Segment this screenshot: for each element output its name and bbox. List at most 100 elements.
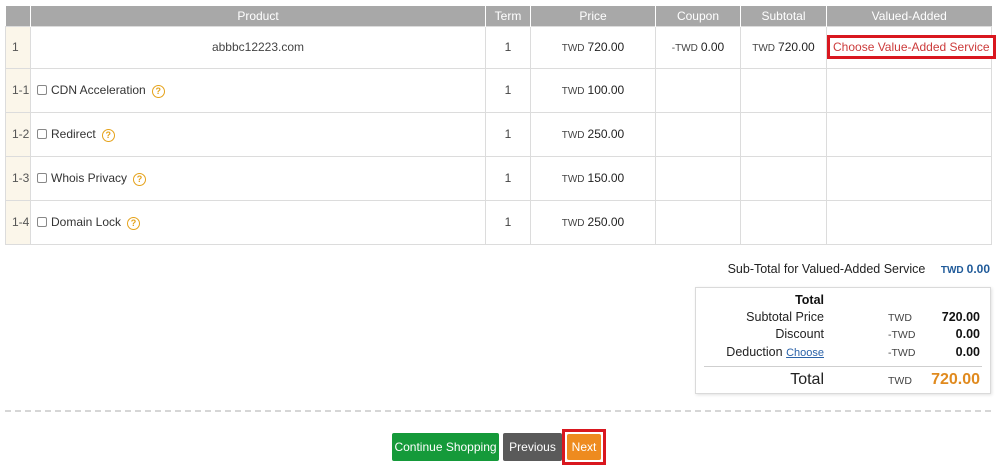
navigation-buttons: Continue Shopping Previous Next [0, 429, 1000, 465]
deduction-currency: -TWD [888, 347, 916, 359]
coupon-currency: -TWD [671, 43, 698, 54]
discount-currency: -TWD [888, 329, 916, 341]
price-cell: TWD 250.00 [530, 199, 656, 245]
addon-checkbox[interactable] [37, 128, 47, 139]
deduction-label-group: Deduction Choose [726, 345, 824, 359]
subtotal-currency: TWD [752, 43, 776, 54]
addon-cell: Domain Lock? [30, 199, 486, 245]
price-cell: TWD 720.00 [530, 25, 656, 69]
value-added-subtotal-amount: TWD 0.00 [941, 262, 990, 276]
value-added-cell [826, 67, 992, 113]
value-added-subtotal-value: 0.00 [966, 262, 990, 276]
previous-button[interactable]: Previous [503, 433, 562, 461]
next-button[interactable]: Next [567, 434, 601, 460]
value-added-subtotal-currency: TWD [940, 265, 964, 276]
deduction-value: 0.00 [955, 345, 980, 359]
term-value: 1 [485, 111, 531, 157]
section-divider [5, 410, 991, 412]
product-name: abbbc12223.com [30, 25, 486, 69]
deduction-label: Deduction [726, 345, 783, 359]
price-cell: TWD 250.00 [530, 111, 656, 157]
subtotal-cell [740, 199, 827, 245]
subtotal-cell [740, 155, 827, 201]
price-value: 150.00 [587, 171, 625, 185]
header-term: Term [485, 6, 531, 26]
coupon-cell: -TWD 0.00 [655, 25, 741, 69]
header-coupon: Coupon [655, 6, 741, 26]
value-added-cell [826, 199, 992, 245]
price-currency: TWD [561, 174, 585, 185]
table-row-addon: 1-1 CDN Acceleration? 1 TWD 100.00 [5, 67, 992, 113]
subtotal-value: 720.00 [778, 40, 815, 54]
subtotal-cell: TWD 720.00 [740, 25, 827, 69]
row-index: 1-3 [5, 155, 31, 201]
coupon-cell [655, 199, 741, 245]
header-index [5, 6, 31, 26]
header-price: Price [530, 6, 656, 26]
value-added-subtotal: Sub-Total for Valued-Added Service TWD 0.… [728, 262, 990, 276]
discount-value: 0.00 [955, 327, 980, 341]
help-icon[interactable]: ? [101, 128, 115, 142]
choose-value-added-button[interactable]: Choose Value-Added Service [827, 35, 996, 59]
subtotal-price-currency: TWD [888, 312, 912, 324]
addon-name: Whois Privacy [51, 170, 128, 185]
table-header-row: Product Term Price Coupon Subtotal Value… [5, 6, 992, 26]
row-index: 1-1 [5, 67, 31, 113]
addon-name: Domain Lock [51, 214, 122, 229]
addon-cell: Redirect? [30, 111, 486, 157]
subtotal-cell [740, 67, 827, 113]
discount-label: Discount [775, 327, 824, 341]
addon-name: Redirect [51, 126, 96, 141]
table-row-addon: 1-4 Domain Lock? 1 TWD 250.00 [5, 199, 992, 245]
price-currency: TWD [561, 86, 585, 97]
grand-total-value: 720.00 [931, 371, 980, 388]
row-index: 1 [5, 25, 31, 69]
table-row-addon: 1-3 Whois Privacy? 1 TWD 150.00 [5, 155, 992, 201]
discount-line: Discount -TWD 0.00 [696, 327, 992, 344]
header-value-added: Valued-Added [826, 6, 992, 26]
coupon-cell [655, 111, 741, 157]
help-icon[interactable]: ? [127, 216, 141, 230]
term-value: 1 [485, 199, 531, 245]
term-value: 1 [485, 155, 531, 201]
coupon-cell [655, 155, 741, 201]
coupon-value: 0.00 [700, 40, 725, 54]
row-index: 1-4 [5, 199, 31, 245]
subtotal-price-value: 720.00 [941, 310, 980, 324]
subtotal-line: Subtotal Price TWD 720.00 [696, 310, 992, 327]
addon-checkbox[interactable] [37, 172, 47, 183]
next-button-highlight: Next [562, 429, 606, 465]
grand-total-currency: TWD [888, 375, 912, 387]
deduction-choose-link[interactable]: Choose [786, 347, 824, 359]
price-currency: TWD [561, 130, 585, 141]
price-value: 250.00 [587, 215, 625, 229]
coupon-cell [655, 67, 741, 113]
help-icon[interactable]: ? [133, 172, 147, 186]
subtotal-cell [740, 111, 827, 157]
header-subtotal: Subtotal [740, 6, 827, 26]
term-value: 1 [485, 67, 531, 113]
value-added-cell [826, 155, 992, 201]
value-added-subtotal-label: Sub-Total for Valued-Added Service [727, 262, 926, 276]
row-index: 1-2 [5, 111, 31, 157]
price-cell: TWD 150.00 [530, 155, 656, 201]
price-cell: TWD 100.00 [530, 67, 656, 113]
price-value: 720.00 [587, 40, 625, 54]
value-added-cell [826, 111, 992, 157]
price-currency: TWD [561, 218, 585, 229]
addon-checkbox[interactable] [37, 216, 47, 227]
addon-cell: Whois Privacy? [30, 155, 486, 201]
table-row-addon: 1-2 Redirect? 1 TWD 250.00 [5, 111, 992, 157]
totals-divider [704, 366, 982, 367]
price-value: 250.00 [587, 127, 625, 141]
help-icon[interactable]: ? [151, 84, 165, 98]
deduction-line: Deduction Choose -TWD 0.00 [696, 345, 992, 362]
price-value: 100.00 [587, 83, 625, 97]
grand-total-label: Total [790, 371, 824, 388]
value-added-cell: Choose Value-Added Service [826, 25, 996, 69]
cart-table: Product Term Price Coupon Subtotal Value… [5, 6, 996, 245]
table-row-main: 1 abbbc12223.com 1 TWD 720.00 -TWD 0.00 TW… [5, 25, 996, 69]
addon-checkbox[interactable] [37, 84, 47, 95]
continue-shopping-button[interactable]: Continue Shopping [392, 433, 499, 461]
addon-name: CDN Acceleration [51, 82, 146, 97]
